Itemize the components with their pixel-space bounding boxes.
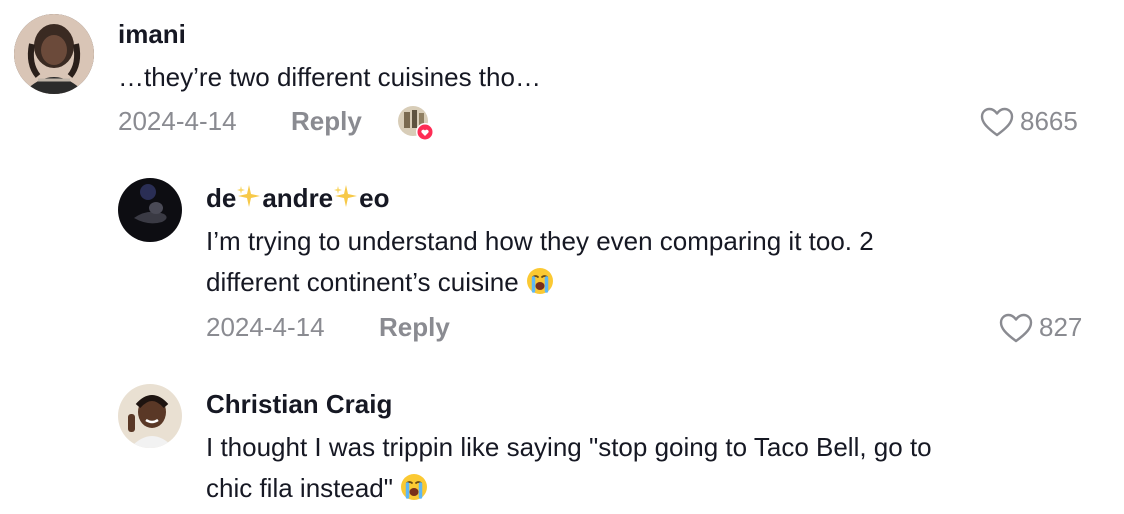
comment-text-line: I thought I was trippin like saying "sto…	[206, 432, 932, 462]
comment-text: I’m trying to understand how they even c…	[206, 221, 1066, 303]
loudly-crying-face-icon	[401, 474, 428, 500]
loudly-crying-face-icon	[526, 268, 553, 294]
avatar[interactable]	[118, 384, 182, 448]
sparkles-icon	[237, 185, 261, 207]
like-button[interactable]: 8665	[980, 106, 1078, 137]
comment-username[interactable]: Christian Craig	[206, 389, 392, 420]
reply-button[interactable]: Reply	[379, 312, 450, 343]
comment-username[interactable]: imani	[118, 19, 186, 50]
comment-text-line: chic fila instead"	[206, 468, 1086, 509]
avatar[interactable]	[14, 14, 94, 94]
like-count: 8665	[1020, 106, 1078, 136]
like-count: 827	[1039, 312, 1083, 342]
comment-text: …they’re two different cuisines tho…	[118, 62, 541, 92]
comment-text: I thought I was trippin like saying "sto…	[206, 427, 1086, 509]
comment-username[interactable]: de andre eo	[206, 183, 390, 214]
sparkles-icon	[334, 185, 358, 207]
reply-button[interactable]: Reply	[291, 106, 362, 137]
comment-text-line: I’m trying to understand how they even c…	[206, 226, 874, 256]
comment-text-line: different continent’s cuisine	[206, 262, 1066, 303]
creator-liked-badge	[396, 104, 436, 142]
comment-date: 2024-4-14	[206, 312, 325, 342]
like-button[interactable]: 827	[999, 312, 1082, 343]
heart-outline-icon	[980, 107, 1014, 136]
heart-outline-icon	[999, 313, 1033, 342]
comment-date: 2024-4-14	[118, 106, 237, 136]
avatar[interactable]	[118, 178, 182, 242]
